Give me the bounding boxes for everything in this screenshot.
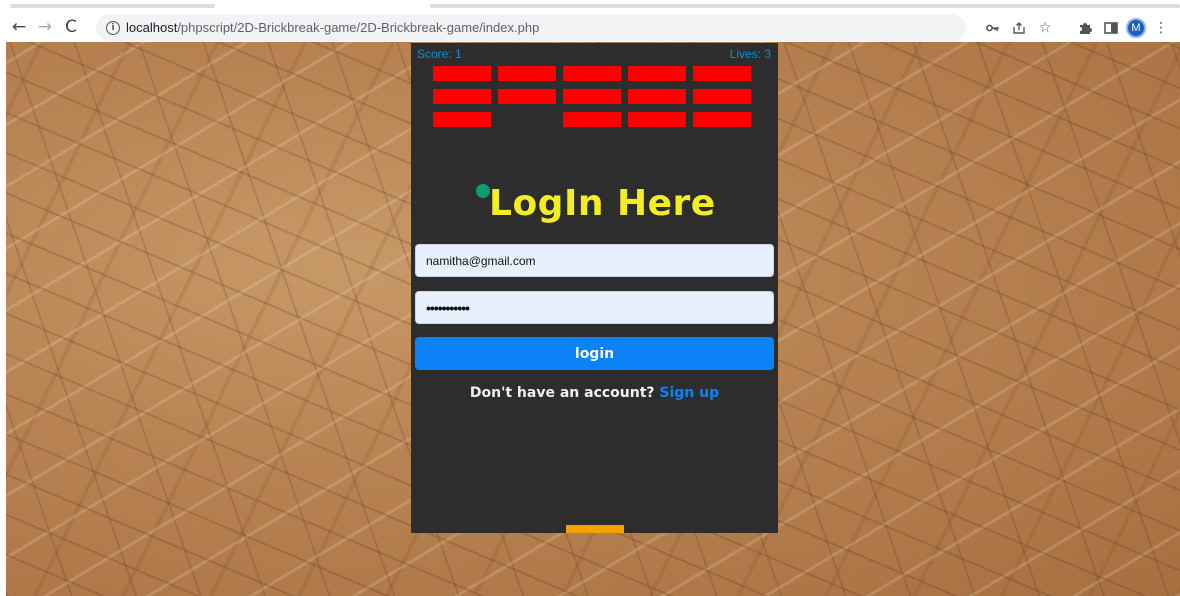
url-path: /phpscript/2D-Brickbreak-game/2D-Brickbr… xyxy=(177,20,540,35)
address-bar[interactable]: i localhost/phpscript/2D-Brickbreak-game… xyxy=(96,14,966,41)
brick xyxy=(433,89,491,104)
browser-chrome: ← → C i localhost/phpscript/2D-Brickbrea… xyxy=(0,0,1180,42)
brick xyxy=(498,89,556,104)
brick xyxy=(563,89,621,104)
brick xyxy=(498,66,556,81)
brick xyxy=(628,112,686,127)
brick xyxy=(628,89,686,104)
brick xyxy=(433,112,491,127)
signup-prompt: Don't have an account? xyxy=(469,385,655,401)
key-icon[interactable] xyxy=(982,17,1004,39)
kebab-menu-icon[interactable]: ⋮ xyxy=(1150,17,1172,39)
star-icon[interactable]: ☆ xyxy=(1034,17,1056,39)
url-host: localhost xyxy=(126,20,178,35)
password-field[interactable]: ••••••••••• xyxy=(415,291,774,324)
brick xyxy=(628,66,686,81)
lives-label: Lives: 3 xyxy=(729,47,771,61)
avatar[interactable]: M xyxy=(1126,17,1146,38)
brick xyxy=(563,66,621,81)
paddle[interactable] xyxy=(566,525,624,533)
reload-icon[interactable]: C xyxy=(58,14,84,40)
ball xyxy=(476,184,490,198)
browser-toolbar: ← → C i localhost/phpscript/2D-Brickbrea… xyxy=(0,12,1180,42)
game-panel[interactable]: Score: 1 Lives: 3 LogIn Here namitha@gma… xyxy=(411,43,778,533)
toolbar-actions: ☆ M ⋮ xyxy=(982,14,1172,41)
signup-row: Don't have an account? Sign up xyxy=(411,385,778,401)
brick xyxy=(693,112,751,127)
puzzle-icon[interactable] xyxy=(1074,17,1096,39)
signup-link[interactable]: Sign up xyxy=(659,385,719,401)
arrow-left-icon[interactable]: ← xyxy=(6,14,32,40)
share-icon[interactable] xyxy=(1008,17,1030,39)
brick xyxy=(693,66,751,81)
score-label: Score: 1 xyxy=(417,47,462,61)
page-title: LogIn Here xyxy=(489,183,716,224)
brick xyxy=(433,66,491,81)
email-field[interactable]: namitha@gmail.com xyxy=(415,244,774,277)
tab-strip xyxy=(0,0,1180,8)
tab-indicator xyxy=(430,4,1180,8)
login-button[interactable]: login xyxy=(415,337,774,370)
brick xyxy=(563,112,621,127)
brick xyxy=(693,89,751,104)
side-panel-icon[interactable] xyxy=(1100,17,1122,39)
arrow-right-icon[interactable]: → xyxy=(32,14,58,40)
tab-indicator xyxy=(10,4,215,8)
info-icon[interactable]: i xyxy=(106,20,120,35)
